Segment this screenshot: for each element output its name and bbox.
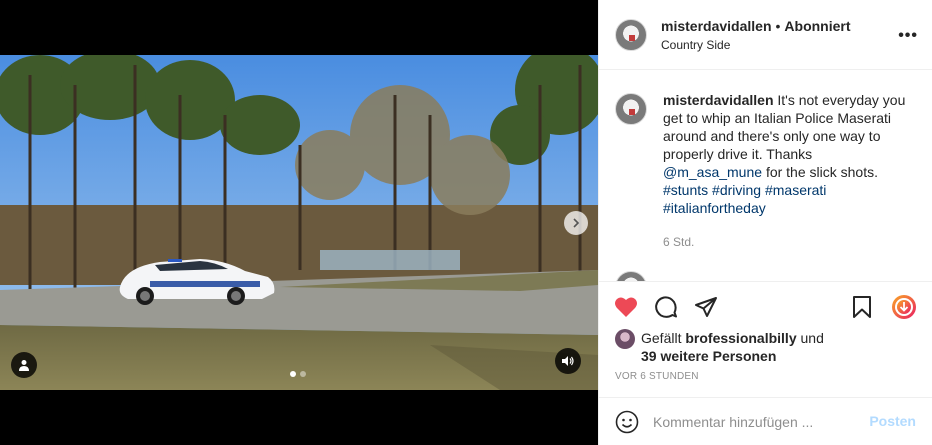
comment-composer: Posten: [599, 397, 932, 445]
next-arrow-icon: [573, 218, 580, 228]
bookmark-icon: [853, 296, 871, 318]
caption: misterdavidallen It's not everyday you g…: [615, 91, 913, 251]
comment-avatar[interactable]: [615, 271, 647, 281]
likes-joiner: und: [800, 330, 824, 346]
share-button[interactable]: [693, 294, 719, 320]
liker-username[interactable]: brofessionalbilly: [685, 330, 796, 346]
carousel-dot: [300, 371, 306, 377]
likes-prefix: Gefällt: [641, 330, 682, 346]
download-button[interactable]: [891, 294, 917, 320]
post-header: misterdavidallen • Abonniert Country Sid…: [599, 0, 932, 70]
liker-avatar[interactable]: [615, 329, 635, 349]
author-username[interactable]: misterdavidallen: [661, 18, 772, 34]
other-likers-link[interactable]: 39 weitere Personen: [641, 348, 776, 364]
hashtag-link[interactable]: #stunts: [663, 182, 708, 198]
next-arrow-button[interactable]: [564, 211, 588, 235]
mention-link[interactable]: @m_asa_mune: [663, 164, 762, 180]
tagged-users-button[interactable]: [11, 352, 37, 378]
caption-text-after: for the slick shots.: [765, 164, 878, 180]
save-button[interactable]: [849, 294, 875, 320]
hashtag-link[interactable]: #driving: [712, 182, 761, 198]
location-link[interactable]: Country Side: [661, 38, 851, 52]
action-bar: [599, 281, 932, 331]
emoji-icon[interactable]: [615, 410, 639, 434]
like-button[interactable]: [613, 294, 639, 320]
speaker-icon: [562, 356, 574, 366]
caption-username[interactable]: misterdavidallen: [663, 92, 774, 108]
caption-avatar[interactable]: [615, 93, 647, 125]
hashtag-link[interactable]: #italianfortheday: [663, 200, 766, 216]
follow-status-button[interactable]: Abonniert: [784, 18, 850, 34]
heart-icon: [615, 297, 637, 317]
comment-input[interactable]: [653, 413, 843, 430]
sound-toggle-button[interactable]: [555, 348, 581, 374]
download-icon: [892, 295, 916, 319]
comment-icon: [655, 296, 677, 318]
more-options-button[interactable]: •••: [898, 27, 918, 45]
caption-time: 6 Std.: [663, 235, 695, 249]
separator-dot: •: [775, 17, 781, 34]
user-tag-icon: [19, 360, 29, 371]
carousel-dot-active: [290, 371, 296, 377]
hashtag-link[interactable]: #maserati: [765, 182, 826, 198]
post-details-pane: misterdavidallen • Abonniert Country Sid…: [598, 0, 932, 445]
post-comment-button[interactable]: Posten: [869, 413, 916, 429]
next-comment-preview: [615, 271, 813, 281]
video-frame: [0, 55, 598, 390]
instagram-post-modal: misterdavidallen • Abonniert Country Sid…: [0, 0, 932, 445]
media-pane: [0, 0, 598, 445]
likes-summary: Gefällt brofessionalbilly und 39 weitere…: [615, 329, 824, 365]
comments-section: misterdavidallen It's not everyday you g…: [599, 71, 932, 281]
post-video[interactable]: [0, 55, 598, 390]
carousel-indicator: [290, 371, 306, 377]
comment-button[interactable]: [653, 294, 679, 320]
author-avatar[interactable]: [615, 18, 647, 51]
post-date[interactable]: VOR 6 STUNDEN: [615, 371, 699, 382]
share-icon: [695, 297, 717, 317]
